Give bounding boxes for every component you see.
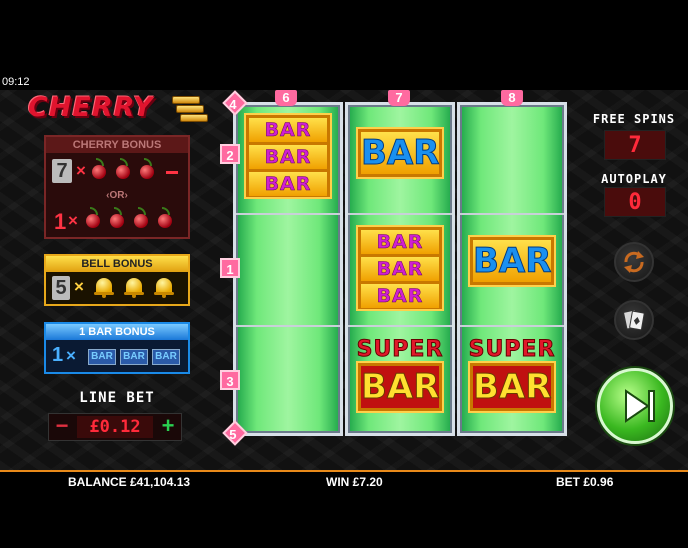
autoplay-button[interactable] — [614, 242, 654, 282]
super-text: SUPER — [356, 337, 444, 363]
game-area: CHERRY CHERRY BONUS 7 × ‹OR› 1 × BELL BO… — [0, 90, 688, 470]
cherry-bonus-title: CHERRY BONUS — [46, 137, 188, 153]
status-bar: 09:12 — [0, 0, 688, 90]
cherry-bonus-count-bottom: 1 — [54, 209, 67, 234]
logo-text: CHERRY — [28, 92, 154, 123]
or-separator: ‹OR› — [106, 190, 128, 201]
reel-2-cell-3: SUPER BAR — [348, 327, 452, 437]
autoplay-label: AUTOPLAY — [601, 172, 667, 186]
payline-number: 4 — [229, 97, 237, 113]
times-sign: × — [68, 211, 78, 230]
bar-text: BAR — [249, 145, 327, 169]
super-text: SUPER — [468, 337, 556, 363]
super-bar-symbol: SUPER BAR — [356, 337, 444, 421]
footer-separator — [0, 470, 688, 472]
reel-3-cell-2: BAR — [460, 217, 564, 327]
reel-2-cell-2: BAR BAR BAR — [348, 217, 452, 327]
bar-text: BAR — [361, 230, 439, 254]
increase-bet-button[interactable]: + — [155, 414, 181, 440]
bell-icon — [94, 276, 114, 298]
payline-tag-7: 7 — [388, 90, 410, 106]
bell-bonus-title: BELL BONUS — [46, 256, 188, 272]
bar-text: BAR — [249, 172, 327, 196]
reel-3: BAR SUPER BAR — [457, 102, 567, 436]
bell-icon — [124, 276, 144, 298]
cherry-bonus-count-top: 7 — [52, 159, 72, 183]
win-display: WIN £7.20 — [326, 475, 383, 489]
payline-number: 3 — [226, 374, 234, 389]
line-bet-value: £0.12 — [77, 416, 153, 438]
free-spins-counter: 7 — [604, 130, 666, 160]
bar-text: BAR — [361, 257, 439, 281]
cards-icon — [623, 309, 645, 331]
footer-bar: BALANCE £41,104.13 WIN £7.20 BET £0.96 — [0, 470, 688, 548]
balance-display: BALANCE £41,104.13 — [68, 475, 191, 489]
payline-marker-1: 1 — [220, 258, 240, 278]
bar-text: BAR — [473, 366, 552, 408]
row-divider — [236, 325, 340, 327]
payline-tag-8: 8 — [501, 90, 523, 106]
bell-bonus-count: 5 — [52, 276, 70, 300]
bell-icon — [154, 276, 174, 298]
mini-bar-icon: BAR — [88, 349, 116, 365]
row-divider — [236, 213, 340, 215]
bet-display: BET £0.96 — [556, 475, 614, 489]
play-icon — [625, 389, 655, 423]
payline-number: 2 — [226, 148, 234, 163]
bar-text: BAR — [249, 118, 327, 142]
blue-bar-symbol: BAR — [356, 127, 444, 179]
reel-2-cell-1: BAR — [348, 105, 452, 215]
mini-bar-icon: BAR — [152, 349, 180, 365]
row-divider — [460, 325, 564, 327]
free-spins-label: FREE SPINS — [592, 112, 676, 126]
decrease-bet-button[interactable]: − — [49, 414, 75, 440]
autoplay-counter: 0 — [604, 187, 666, 217]
payline-tag-6: 6 — [275, 90, 297, 106]
refresh-icon — [624, 251, 644, 273]
bar-text: BAR — [361, 132, 440, 174]
bar-text: BAR — [361, 284, 439, 308]
reel-1-cell-1: BAR BAR BAR — [236, 105, 340, 215]
bar-text: BAR — [473, 240, 552, 282]
clock: 09:12 — [2, 76, 30, 88]
triple-bar-symbol: BAR BAR BAR — [356, 225, 444, 311]
line-bet-control: − £0.12 + — [48, 413, 182, 441]
times-sign: × — [76, 161, 86, 180]
mini-bar-icon: BAR — [120, 349, 148, 365]
bell-bonus-panel: BELL BONUS 5 × — [44, 254, 190, 306]
reel-1: BAR BAR BAR — [233, 102, 343, 436]
row-divider — [348, 325, 452, 327]
payline-number: 1 — [226, 262, 234, 277]
payline-marker-2: 2 — [220, 144, 240, 164]
cherry-bonus-panel: CHERRY BONUS 7 × ‹OR› 1 × — [44, 135, 190, 239]
times-sign: × — [66, 346, 76, 365]
game-logo: CHERRY — [28, 92, 208, 126]
line-bet-label: LINE BET — [79, 390, 155, 406]
reel-3-cell-3: SUPER BAR — [460, 327, 564, 437]
bar-bonus-panel: 1 BAR BONUS 1 × BAR BAR BAR — [44, 322, 190, 374]
dash-icon — [166, 171, 178, 174]
reel-2: BAR BAR BAR BAR SUPER BAR — [345, 102, 455, 436]
super-bar-symbol: SUPER BAR — [468, 337, 556, 421]
spin-button[interactable] — [597, 368, 673, 444]
times-sign: × — [74, 277, 84, 296]
payline-marker-3: 3 — [220, 370, 240, 390]
gamble-button[interactable] — [614, 300, 654, 340]
row-divider — [460, 213, 564, 215]
bar-bonus-title: 1 BAR BONUS — [46, 324, 188, 340]
payline-number: 5 — [229, 427, 237, 443]
row-divider — [348, 213, 452, 215]
triple-bar-symbol: BAR BAR BAR — [244, 113, 332, 199]
gold-bars-icon — [172, 96, 208, 122]
bar-bonus-count: 1 — [52, 344, 64, 366]
blue-bar-symbol: BAR — [468, 235, 556, 287]
bar-text: BAR — [361, 366, 440, 408]
